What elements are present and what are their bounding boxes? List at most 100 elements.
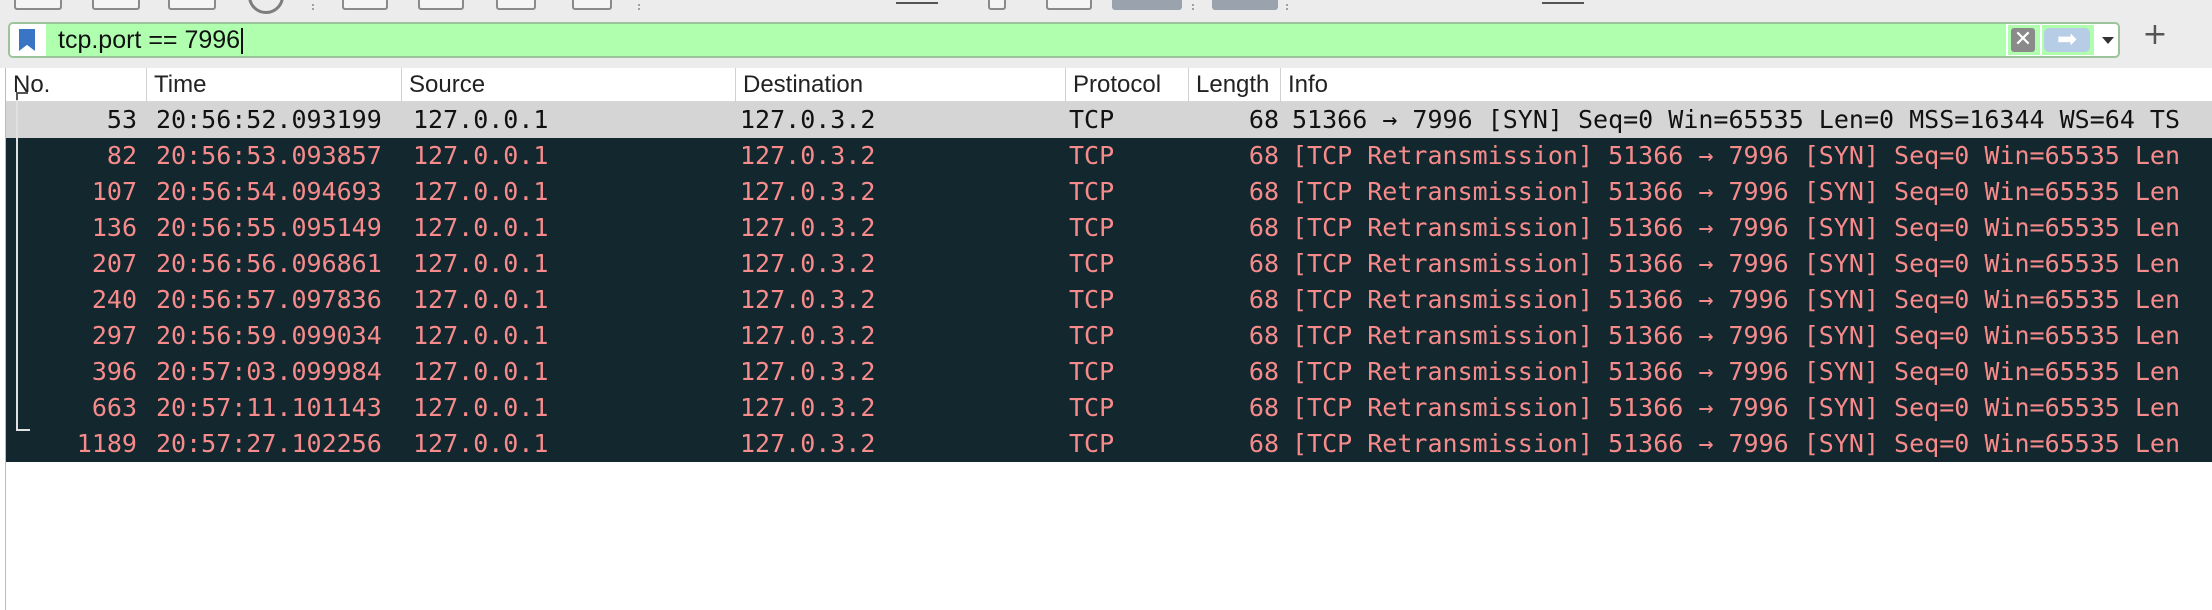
packet-time-cell: 20:56:57.097836	[156, 285, 382, 314]
toolbar-button[interactable]	[496, 0, 536, 10]
packet-time-cell: 20:56:56.096861	[156, 249, 382, 278]
main-toolbar	[0, 0, 2212, 17]
column-header-info[interactable]: Info	[1280, 68, 2212, 102]
toolbar-button[interactable]	[1046, 0, 1092, 10]
toolbar-button[interactable]	[92, 0, 140, 10]
packet-row[interactable]: 240 20:56:57.097836 127.0.0.1 127.0.3.2 TCP 6…	[6, 282, 2212, 318]
packet-source-cell: 127.0.0.1	[413, 321, 549, 350]
packet-protocol-cell: TCP	[1069, 141, 1115, 170]
packet-length-cell: 68	[1248, 429, 1279, 458]
toolbar-separator	[312, 4, 316, 10]
toolbar-separator	[1192, 4, 1196, 10]
packet-row[interactable]: 396 20:57:03.099984 127.0.0.1 127.0.3.2 TCP 6…	[6, 354, 2212, 390]
recent-filters-dropdown[interactable]	[2096, 25, 2118, 55]
toolbar-button[interactable]	[1542, 2, 1584, 4]
column-header-destination[interactable]: Destination	[735, 68, 1065, 102]
packet-protocol-cell: TCP	[1069, 357, 1115, 386]
packet-destination-cell: 127.0.3.2	[740, 249, 876, 278]
packet-no-cell: 1189	[76, 429, 137, 458]
clear-x-icon: ✕	[2011, 28, 2035, 52]
filter-text: tcp.port == 7996	[58, 26, 241, 54]
packet-info-cell: [TCP Retransmission] 51366 → 7996 [SYN] …	[1292, 177, 2181, 206]
column-header-length[interactable]: Length	[1188, 68, 1280, 102]
toolbar-button[interactable]	[14, 0, 62, 10]
packet-info-cell: [TCP Retransmission] 51366 → 7996 [SYN] …	[1292, 249, 2181, 278]
packet-time-cell: 20:57:11.101143	[156, 393, 382, 422]
packet-protocol-cell: TCP	[1069, 213, 1115, 242]
plus-icon: +	[2142, 17, 2168, 52]
toolbar-button-active[interactable]	[1212, 0, 1278, 10]
packet-source-cell: 127.0.0.1	[413, 213, 549, 242]
clear-filter-button[interactable]: ✕	[2008, 25, 2040, 55]
packet-length-cell: 68	[1248, 213, 1279, 242]
toolbar-separator	[1286, 4, 1290, 10]
packet-row[interactable]: 1189 20:57:27.102256 127.0.0.1 127.0.3.2 TCP…	[6, 426, 2212, 462]
filter-bookmark-button[interactable]	[10, 24, 44, 56]
toolbar-button[interactable]	[168, 0, 216, 10]
display-filter-box: tcp.port == 7996 ✕ ➡	[8, 22, 2120, 58]
packet-protocol-cell: TCP	[1069, 177, 1115, 206]
packet-time-cell: 20:56:52.093199	[156, 105, 382, 134]
packet-time-cell: 20:56:55.095149	[156, 213, 382, 242]
packet-info-cell: [TCP Retransmission] 51366 → 7996 [SYN] …	[1292, 393, 2181, 422]
packet-info-cell: [TCP Retransmission] 51366 → 7996 [SYN] …	[1292, 357, 2181, 386]
packet-source-cell: 127.0.0.1	[413, 357, 549, 386]
packet-protocol-cell: TCP	[1069, 429, 1115, 458]
packet-protocol-cell: TCP	[1069, 285, 1115, 314]
packet-row[interactable]: 82 20:56:53.093857 127.0.0.1 127.0.3.2 TCP 68…	[6, 138, 2212, 174]
column-header-source[interactable]: Source	[401, 68, 735, 102]
toolbar-button[interactable]	[988, 0, 1006, 10]
packet-length-cell: 68	[1248, 285, 1279, 314]
packet-destination-cell: 127.0.3.2	[740, 357, 876, 386]
packet-length-cell: 68	[1248, 321, 1279, 350]
reload-icon[interactable]	[248, 0, 284, 14]
packet-time-cell: 20:56:53.093857	[156, 141, 382, 170]
text-caret	[241, 28, 244, 55]
packet-row[interactable]: 107 20:56:54.094693 127.0.0.1 127.0.3.2 TCP 6…	[6, 174, 2212, 210]
packet-protocol-cell: TCP	[1069, 321, 1115, 350]
toolbar-button-active[interactable]	[1112, 0, 1182, 10]
packet-length-cell: 68	[1248, 249, 1279, 278]
packet-source-cell: 127.0.0.1	[413, 105, 549, 134]
packet-time-cell: 20:56:59.099034	[156, 321, 382, 350]
packet-row-selected[interactable]: 53 20:56:52.093199 127.0.0.1 127.0.3.2 TCP 68…	[6, 102, 2212, 138]
toolbar-button[interactable]	[896, 2, 938, 4]
add-filter-button[interactable]: +	[2140, 20, 2170, 50]
toolbar-button[interactable]	[418, 0, 464, 10]
packet-destination-cell: 127.0.3.2	[740, 141, 876, 170]
packet-destination-cell: 127.0.3.2	[740, 321, 876, 350]
packet-info-cell: 51366 → 7996 [SYN] Seq=0 Win=65535 Len=0…	[1292, 105, 2181, 134]
packet-length-cell: 68	[1248, 357, 1279, 386]
toolbar-button[interactable]	[342, 0, 388, 10]
packet-source-cell: 127.0.0.1	[413, 393, 549, 422]
packet-destination-cell: 127.0.3.2	[740, 429, 876, 458]
packet-protocol-cell: TCP	[1069, 105, 1115, 134]
conversation-bracket	[16, 92, 30, 431]
packet-destination-cell: 127.0.3.2	[740, 285, 876, 314]
packet-destination-cell: 127.0.3.2	[740, 213, 876, 242]
packet-length-cell: 68	[1248, 105, 1279, 134]
display-filter-input[interactable]: tcp.port == 7996	[46, 24, 2006, 56]
toolbar-button[interactable]	[572, 0, 612, 10]
packet-source-cell: 127.0.0.1	[413, 285, 549, 314]
packet-list-header: No. Time Source Destination Protocol Len…	[6, 68, 2212, 102]
bookmark-icon	[19, 29, 35, 51]
packet-protocol-cell: TCP	[1069, 393, 1115, 422]
packet-row[interactable]: 297 20:56:59.099034 127.0.0.1 127.0.3.2 TCP 6…	[6, 318, 2212, 354]
packet-time-cell: 20:57:27.102256	[156, 429, 382, 458]
packet-length-cell: 68	[1248, 393, 1279, 422]
column-header-protocol[interactable]: Protocol	[1065, 68, 1188, 102]
packet-row[interactable]: 207 20:56:56.096861 127.0.0.1 127.0.3.2 TCP 6…	[6, 246, 2212, 282]
display-filter-bar: tcp.port == 7996 ✕ ➡ +	[0, 16, 2212, 68]
apply-filter-button[interactable]: ➡	[2042, 25, 2094, 55]
packet-info-cell: [TCP Retransmission] 51366 → 7996 [SYN] …	[1292, 141, 2181, 170]
packet-row[interactable]: 136 20:56:55.095149 127.0.0.1 127.0.3.2 TCP 6…	[6, 210, 2212, 246]
packet-row[interactable]: 663 20:57:11.101143 127.0.0.1 127.0.3.2 TCP 6…	[6, 390, 2212, 426]
packet-protocol-cell: TCP	[1069, 249, 1115, 278]
packet-list[interactable]: No. Time Source Destination Protocol Len…	[5, 68, 2212, 610]
column-header-time[interactable]: Time	[146, 68, 401, 102]
packet-source-cell: 127.0.0.1	[413, 249, 549, 278]
packet-time-cell: 20:57:03.099984	[156, 357, 382, 386]
chevron-down-icon	[2102, 37, 2114, 44]
packet-source-cell: 127.0.0.1	[413, 177, 549, 206]
